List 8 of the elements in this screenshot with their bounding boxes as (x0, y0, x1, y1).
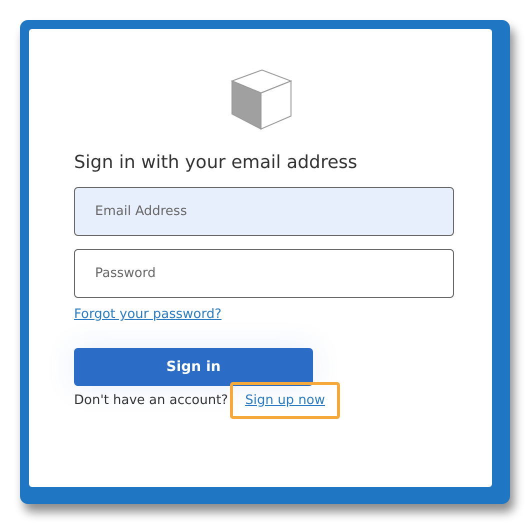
cube-icon (231, 69, 292, 130)
forgot-password-link[interactable]: Forgot your password? (74, 307, 222, 322)
form-heading: Sign in with your email address (74, 152, 358, 173)
email-field[interactable]: Email Address (74, 187, 454, 236)
sign-in-button[interactable]: Sign in (74, 348, 313, 386)
sign-up-link[interactable]: Sign up now (230, 382, 340, 419)
password-field[interactable]: Password (74, 249, 454, 298)
signup-prompt: Don't have an account? (74, 393, 228, 408)
